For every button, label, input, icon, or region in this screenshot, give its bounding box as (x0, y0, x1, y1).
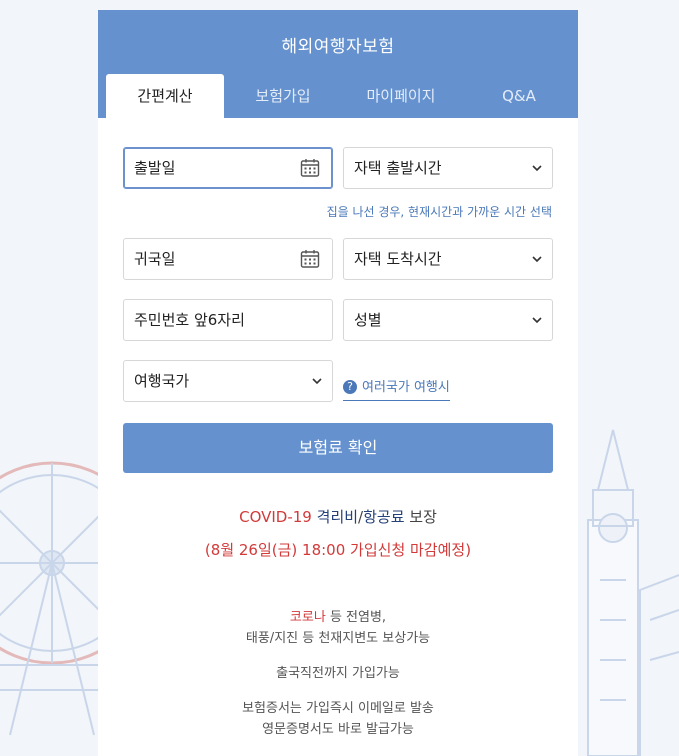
epidemic-label: 등 전염병, (329, 610, 387, 625)
tab-mypage[interactable]: 마이페이지 (342, 74, 460, 118)
question-icon: ? (343, 380, 357, 394)
arrive-time-select[interactable]: 자택 도착시간 (343, 238, 553, 280)
rrn-input[interactable]: 주민번호 앞6자리 (123, 299, 333, 341)
note-email-certificate: 보험증서는 가입즉시 이메일로 발송 (242, 701, 434, 716)
corona-label: 코로나 (289, 610, 326, 625)
rrn-placeholder: 주민번호 앞6자리 (134, 311, 245, 329)
tab-quick-calc[interactable]: 간편계산 (106, 74, 224, 118)
multi-country-label: 여러국가 여행시 (362, 380, 450, 395)
gender-select[interactable]: 성별 (343, 299, 553, 341)
airfare-label: 항공료 (363, 508, 405, 526)
note-epidemic: 코로나 등 전염병, (98, 607, 578, 628)
deadline-notice: (8월 26일(금) 18:00 가입신청 마감예정) (204, 541, 472, 559)
calendar-icon (300, 250, 320, 268)
check-premium-button[interactable]: 보험료 확인 (123, 423, 553, 473)
page-title: 해외여행자보험 (281, 37, 395, 57)
note-disaster: 태풍/지진 등 천재지변도 보상가능 (245, 631, 431, 646)
chevron-down-icon (312, 378, 322, 385)
note-before-departure: 출국직전까지 가입가능 (276, 666, 400, 681)
depart-time-select[interactable]: 자택 출발시간 (343, 147, 553, 189)
gender-value: 성별 (354, 311, 382, 329)
tab-enroll[interactable]: 보험가입 (224, 74, 342, 118)
isolation-label: 격리비 (316, 508, 359, 526)
multi-country-link[interactable]: ? 여러국가 여행시 (343, 376, 450, 401)
return-date-field[interactable]: 귀국일 (123, 238, 333, 280)
covid-coverage-line: COVID-19 격리비/항공료 보장 (98, 506, 578, 527)
tab-bar: 간편계산 보험가입 마이페이지 Q&A (106, 74, 578, 118)
note-english-certificate: 영문증명서도 바로 발급가능 (262, 722, 414, 737)
chevron-down-icon (532, 256, 542, 263)
coverage-label: 보장 (409, 508, 437, 526)
country-value: 여행국가 (134, 372, 190, 390)
arrive-time-value: 자택 도착시간 (354, 250, 442, 268)
insurance-panel: 해외여행자보험 간편계산 보험가입 마이페이지 Q&A 출발일 자택 출발시간 … (98, 10, 578, 756)
depart-date-placeholder: 출발일 (134, 159, 176, 177)
tab-qa[interactable]: Q&A (460, 74, 578, 118)
calendar-icon (300, 159, 320, 177)
depart-date-field[interactable]: 출발일 (123, 147, 333, 189)
departure-time-hint: 집을 나선 경우, 현재시간과 가까운 시간 선택 (326, 205, 552, 219)
covid-label: COVID-19 (239, 508, 312, 526)
depart-time-value: 자택 출발시간 (354, 159, 442, 177)
chevron-down-icon (532, 165, 542, 172)
return-date-placeholder: 귀국일 (134, 250, 176, 268)
chevron-down-icon (532, 317, 542, 324)
country-select[interactable]: 여행국가 (123, 360, 333, 402)
